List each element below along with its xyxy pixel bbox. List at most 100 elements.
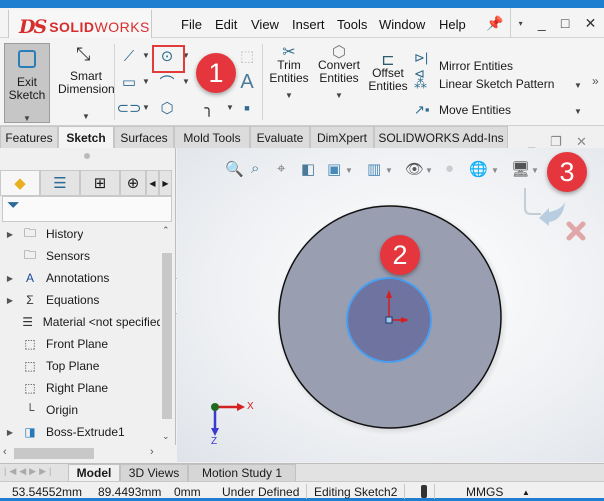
chevron-down-icon[interactable]: ▼ — [142, 51, 150, 60]
tab-dimxpert[interactable]: DimXpert — [310, 126, 374, 148]
expand-arrow-icon[interactable]: ▶ — [0, 296, 20, 305]
tab-surfaces[interactable]: Surfaces — [114, 126, 174, 148]
scroll-down-icon[interactable]: ⌄ — [162, 431, 170, 442]
tree-item-label: Boss-Extrude1 — [46, 425, 125, 439]
scrollbar-thumb[interactable] — [14, 448, 94, 459]
plane-icon: ⬚ — [24, 381, 36, 395]
move-entities-button[interactable]: ↗▪ Move Entities — [414, 102, 511, 118]
feature-manager-tab[interactable]: ◆ — [0, 170, 40, 196]
tree-item[interactable]: ▶ Σ Equations — [0, 289, 160, 311]
maximize-button[interactable]: □ — [561, 15, 569, 31]
ribbon-overflow-icon[interactable]: » — [592, 74, 599, 88]
tab-sketch[interactable]: Sketch — [58, 126, 114, 149]
menu-view[interactable]: View — [251, 17, 279, 32]
line-tool-icon[interactable]: ⟋ — [118, 46, 140, 66]
smart-dimension-button[interactable]: ⤡ Smart Dimension ▼ — [58, 43, 115, 123]
tab-solidworks-add-ins[interactable]: SOLIDWORKS Add-Ins — [374, 126, 508, 148]
menu-insert[interactable]: Insert — [292, 17, 325, 32]
tree-vertical-scrollbar[interactable]: ⌃ ⌄ — [160, 223, 174, 445]
arc-tool-icon[interactable]: ⌒ — [156, 72, 178, 92]
point-tool-icon[interactable]: ■ — [236, 98, 258, 118]
dimxpert-manager-tab[interactable]: ⊕ — [120, 170, 146, 196]
chevron-down-icon[interactable]: ▼ — [266, 89, 312, 102]
menu-window[interactable]: Window — [379, 17, 425, 32]
plane-icon: ⬚ — [24, 359, 36, 373]
tab-navigation-arrows[interactable]: |◀◀▶▶| — [4, 466, 54, 477]
pattern-icon: ⁂ — [414, 76, 427, 91]
chevron-down-icon[interactable]: ▼ — [58, 110, 114, 123]
text-tool-icon[interactable]: A — [236, 71, 258, 93]
polygon-tool-icon[interactable]: ⬡ — [156, 98, 178, 118]
linear-sketch-pattern-button[interactable]: ⁂ Linear Sketch Pattern — [414, 76, 554, 92]
doc-minimize-button[interactable]: _ — [528, 134, 535, 149]
scroll-up-icon[interactable]: ⌃ — [162, 225, 170, 236]
menu-file[interactable]: File — [181, 17, 202, 32]
tab-mold-tools[interactable]: Mold Tools — [174, 126, 250, 148]
trim-entities-button[interactable]: ✂ Trim Entities ▼ — [266, 45, 312, 102]
rectangle-tool-icon[interactable]: ▭ — [118, 72, 140, 92]
chevron-down-icon[interactable]: ▼ — [314, 89, 364, 102]
triad-origin — [211, 403, 219, 411]
tree-horizontal-scrollbar[interactable]: ‹ › — [0, 445, 176, 462]
tree-item[interactable]: └ Origin — [0, 399, 160, 421]
menu-edit[interactable]: Edit — [215, 17, 237, 32]
filter-icon[interactable]: ⏷ — [2, 196, 172, 222]
tab-motion-study-1[interactable]: Motion Study 1 — [188, 464, 296, 482]
chevron-down-icon[interactable]: ▼ — [142, 77, 150, 86]
tab-model[interactable]: Model — [68, 464, 120, 482]
panel-grip[interactable] — [84, 153, 90, 159]
chevron-down-icon[interactable]: ▼ — [5, 112, 49, 125]
more-options-icon[interactable]: ▾ — [519, 19, 523, 28]
scroll-left-icon[interactable]: ‹ — [3, 446, 7, 458]
tree-item[interactable]: 🗀 Sensors — [0, 245, 160, 267]
tree-item[interactable]: ⬚ Front Plane — [0, 333, 160, 355]
tree-item[interactable]: ▶ ◨ Boss-Extrude1 — [0, 421, 160, 443]
pin-icon[interactable]: 📌 — [486, 15, 503, 32]
tab-3d-views[interactable]: 3D Views — [120, 464, 188, 482]
tree-item[interactable]: ⬚ Top Plane — [0, 355, 160, 377]
graphics-area[interactable]: 🔍 ⌕ ⌖ ◧ ▣ ▼ ▥ ▼ 👁 ▼ ● 🌐 ▼ 🖥 ▼ X Z — [177, 148, 604, 462]
chevron-down-icon[interactable]: ▼ — [226, 103, 234, 112]
tab-scroll-left-button[interactable]: ◀ — [146, 170, 159, 196]
sketch-origin-point — [385, 316, 393, 324]
tab-features[interactable]: Features — [0, 126, 58, 148]
convert-entities-button[interactable]: ⬡ Convert Entities ▼ — [314, 45, 364, 102]
plane-icon: ⬚ — [24, 337, 36, 351]
slot-tool-icon[interactable]: ⊂⊃ — [116, 98, 141, 118]
tab-evaluate[interactable]: Evaluate — [250, 126, 310, 148]
fillet-tool-icon[interactable]: ╮ — [198, 98, 220, 118]
tree-item[interactable]: ▶ A Annotations — [0, 267, 160, 289]
tree-item[interactable]: ☰ Material <not specified> — [0, 311, 160, 333]
chevron-down-icon[interactable]: ▼ — [182, 77, 190, 86]
unit-system-arrow-icon[interactable]: ▲ — [522, 488, 530, 497]
minimize-button[interactable]: _ — [538, 15, 546, 31]
close-button[interactable]: ✕ — [585, 15, 597, 32]
tab-scroll-right-button[interactable]: ▶ — [159, 170, 172, 196]
menu-tools[interactable]: Tools — [337, 17, 367, 32]
confirmation-corner[interactable] — [524, 188, 586, 241]
expand-arrow-icon[interactable]: ▶ — [0, 428, 20, 437]
circle-tool-highlight — [152, 45, 185, 73]
status-z-coordinate: 0mm — [174, 485, 201, 499]
unit-system[interactable]: MMGS — [466, 485, 503, 499]
tree-item[interactable]: ▶ 🗀 History — [0, 223, 160, 245]
sensors-folder-icon: 🗀 — [23, 247, 36, 262]
expand-arrow-icon[interactable]: ▶ — [0, 274, 20, 283]
property-manager-tab[interactable]: ☰ — [40, 170, 80, 196]
tree-item[interactable]: ⬚ Right Plane — [0, 377, 160, 399]
scroll-right-icon[interactable]: › — [150, 446, 154, 458]
rebuild-traffic-light-icon[interactable] — [421, 485, 427, 498]
triad-z-arrow-icon — [211, 428, 219, 436]
callout-badge-3: 3 — [547, 152, 587, 192]
offset-entities-button[interactable]: ⊏ Offset Entities — [366, 53, 410, 93]
exit-sketch-button[interactable]: Exit Sketch ▼ — [4, 43, 50, 123]
configuration-manager-tab[interactable]: ⊞ — [80, 170, 120, 196]
chevron-down-icon[interactable]: ▼ — [574, 81, 582, 90]
ds-logo-icon: DS — [19, 15, 47, 38]
plane-tool-icon[interactable]: ⬚ — [236, 46, 258, 66]
menu-help[interactable]: Help — [439, 17, 466, 32]
scrollbar-thumb[interactable] — [162, 253, 172, 419]
chevron-down-icon[interactable]: ▼ — [574, 107, 582, 116]
chevron-down-icon[interactable]: ▼ — [142, 103, 150, 112]
expand-arrow-icon[interactable]: ▶ — [0, 230, 20, 239]
